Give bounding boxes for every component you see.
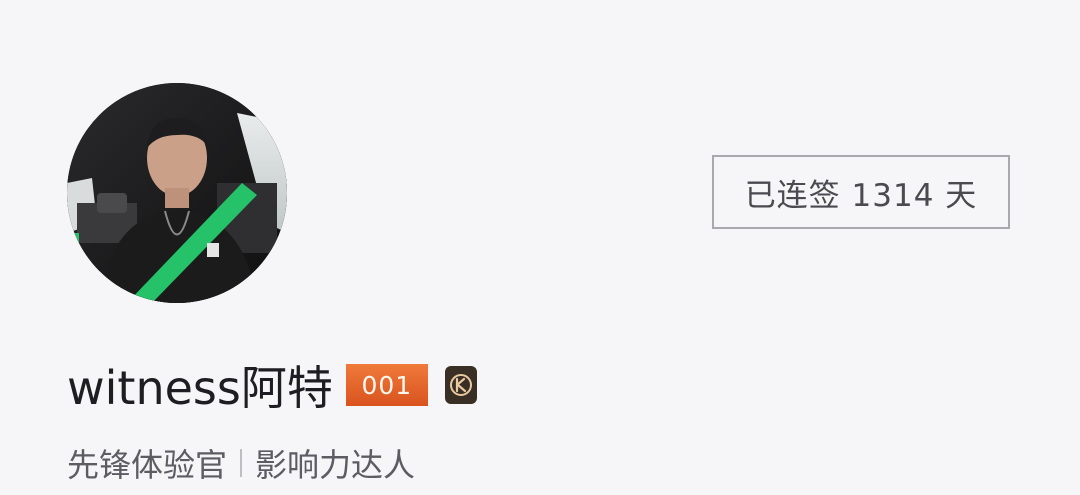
tag-influencer[interactable]: 影响力达人 <box>255 440 415 486</box>
tag-pioneer-tester[interactable]: 先锋体验官 <box>67 440 227 486</box>
tag-divider <box>240 449 243 477</box>
profile-name-row: witness阿特 001 <box>67 355 477 415</box>
level-badge[interactable]: 001 <box>345 364 428 406</box>
checkin-streak-button[interactable]: 已连签 1314 天 <box>712 155 1010 229</box>
checkin-streak-label: 已连签 1314 天 <box>744 177 978 214</box>
k-verified-badge-icon[interactable] <box>444 366 477 404</box>
username: witness阿特 <box>67 361 333 415</box>
user-tags: 先锋体验官 影响力达人 <box>67 438 415 488</box>
user-avatar-photo <box>67 83 287 303</box>
avatar[interactable] <box>67 83 287 303</box>
